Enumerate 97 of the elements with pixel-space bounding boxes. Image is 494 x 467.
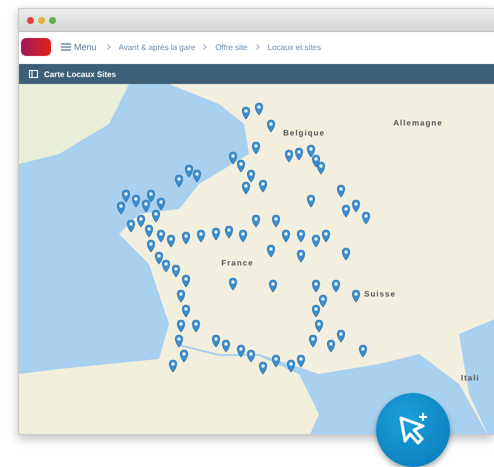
map-pin[interactable] [242, 182, 250, 194]
map-pin[interactable] [306, 144, 316, 158]
panel-title: Carte Locaux Sites [44, 70, 116, 78]
breadcrumb-link[interactable]: Avant & après la gare [118, 42, 196, 52]
map-pin[interactable] [166, 234, 176, 248]
map-pin[interactable] [142, 200, 150, 212]
map-pin[interactable] [192, 170, 202, 182]
map-pin[interactable] [258, 362, 268, 374]
map-pin[interactable] [182, 232, 190, 244]
map-pin[interactable] [318, 294, 328, 308]
menu-icon [61, 43, 71, 51]
map-pin[interactable] [174, 174, 184, 188]
map-pin[interactable] [252, 214, 260, 228]
breadcrumb-link[interactable]: Offre site [215, 42, 248, 52]
map-pin[interactable] [242, 106, 250, 120]
map-pin[interactable] [156, 230, 166, 242]
map-pin[interactable] [212, 334, 220, 348]
map-pin[interactable] [146, 190, 156, 202]
map-pin[interactable] [144, 224, 154, 238]
map-pin[interactable] [268, 280, 278, 292]
map-pin[interactable] [136, 214, 146, 228]
map-pin[interactable] [342, 204, 350, 218]
map-pin[interactable] [126, 220, 136, 232]
map-pin[interactable] [272, 354, 280, 368]
sidebar-icon [29, 70, 38, 78]
map-pin[interactable] [282, 230, 290, 242]
map-pin[interactable] [222, 340, 230, 352]
country-label: Itali [460, 374, 480, 382]
map-pin[interactable] [246, 170, 256, 182]
map-pin[interactable] [176, 290, 186, 302]
map-pin[interactable] [308, 334, 318, 348]
map-pin[interactable] [306, 194, 316, 208]
map-pin[interactable] [286, 360, 296, 372]
map-pin[interactable] [192, 320, 200, 332]
menu-button[interactable]: Menu [59, 40, 99, 54]
map-pin[interactable] [266, 244, 276, 258]
map-pin[interactable] [174, 334, 184, 348]
map-view[interactable]: Allemagne Belgique France Suisse Itali [19, 84, 494, 434]
map-pin[interactable] [316, 162, 326, 174]
map-pin[interactable] [336, 184, 346, 198]
map-pin[interactable] [182, 274, 190, 288]
country-label: France [221, 258, 254, 267]
map-pin[interactable] [296, 250, 306, 262]
map-pin[interactable] [152, 210, 160, 222]
map-pin[interactable] [314, 320, 324, 332]
map-pin[interactable] [132, 194, 140, 208]
map-pin[interactable] [284, 150, 294, 162]
map-pin[interactable] [212, 228, 220, 240]
map-pin[interactable] [362, 212, 370, 224]
map-pin[interactable] [294, 148, 304, 160]
map-pin[interactable] [272, 214, 280, 228]
map-pin[interactable] [254, 102, 264, 116]
map-pin[interactable] [312, 280, 320, 292]
logo-icon[interactable] [21, 38, 51, 56]
map-pin[interactable] [296, 230, 306, 242]
map-pin[interactable] [252, 142, 260, 154]
map-pin[interactable] [154, 252, 164, 264]
map-pin[interactable] [332, 280, 340, 292]
map-pin[interactable] [258, 180, 268, 192]
map-pin[interactable] [326, 340, 336, 352]
map-pin[interactable] [162, 260, 170, 272]
map-pin[interactable] [352, 200, 360, 212]
map-pin[interactable] [236, 160, 246, 172]
map-pin[interactable] [180, 350, 188, 362]
map-pin[interactable] [156, 198, 166, 210]
chevron-right-icon [203, 44, 208, 50]
country-label: Suisse [364, 290, 396, 298]
breadcrumb-link[interactable]: Locaux et sites [268, 42, 321, 52]
map-pin[interactable] [182, 304, 190, 318]
map-pin[interactable] [352, 290, 360, 302]
map-pin[interactable] [116, 202, 126, 214]
map-pin[interactable] [172, 264, 180, 278]
map-pin[interactable] [322, 230, 330, 242]
map-pin[interactable] [176, 320, 186, 332]
map-pin[interactable] [224, 226, 234, 238]
chevron-right-icon [256, 44, 260, 50]
map-pin[interactable] [238, 230, 248, 242]
map-pin[interactable] [342, 248, 350, 260]
close-button[interactable] [27, 16, 34, 24]
map-pin[interactable] [146, 240, 156, 252]
map-pin[interactable] [168, 360, 178, 372]
map-pin[interactable] [122, 190, 130, 202]
map-pin[interactable] [296, 354, 306, 368]
map-pin[interactable] [228, 278, 238, 290]
country-label: Allemagne [393, 118, 443, 127]
map-pin[interactable] [246, 350, 256, 362]
map-pin[interactable] [196, 230, 206, 242]
country-label: Belgique [283, 128, 325, 138]
map-pin[interactable] [266, 120, 276, 132]
map-pin[interactable] [228, 152, 238, 164]
map-pin[interactable] [312, 304, 320, 318]
map-pin[interactable] [184, 164, 194, 178]
chevron-right-icon [106, 44, 111, 50]
map-pin[interactable] [236, 344, 246, 358]
map-pin[interactable] [336, 330, 346, 342]
map-pin[interactable] [358, 344, 368, 358]
map-pin[interactable] [312, 234, 320, 248]
